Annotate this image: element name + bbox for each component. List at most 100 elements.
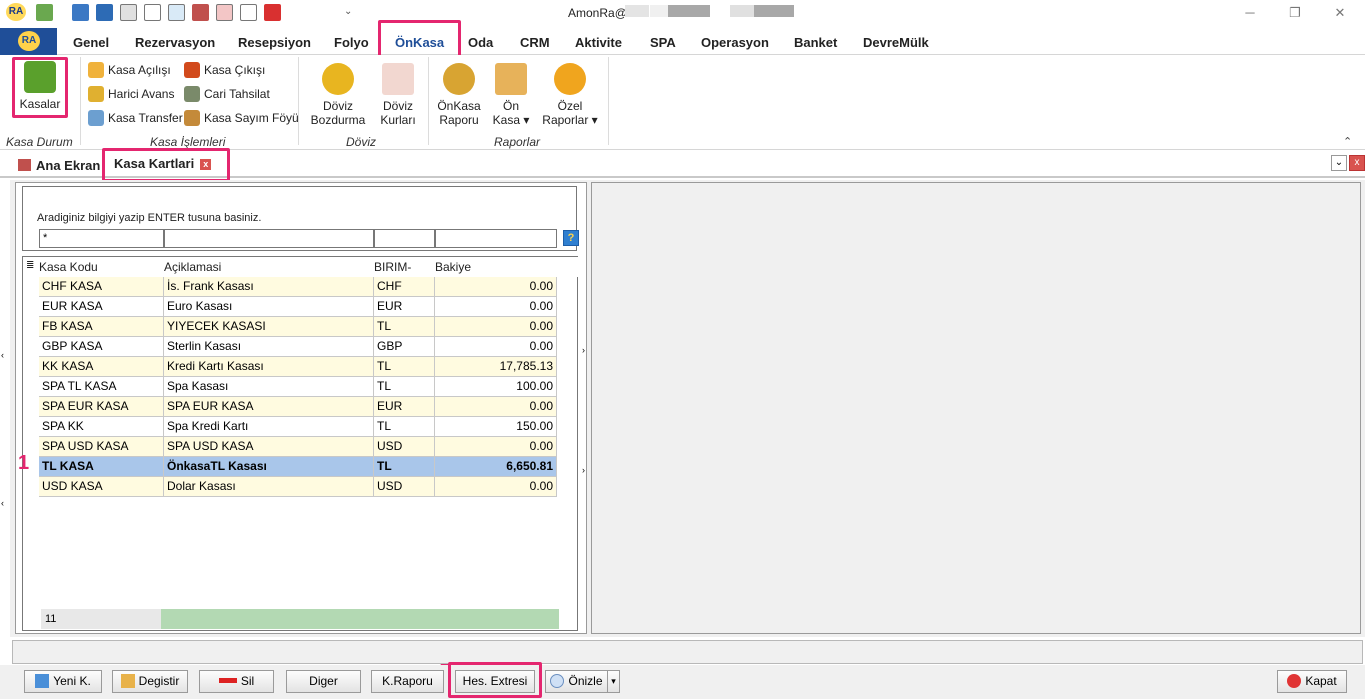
tab-onkasa[interactable]: ÖnKasa	[395, 35, 444, 50]
collapse-ribbon-icon[interactable]: ⌃	[1343, 135, 1352, 148]
on-kasa-label-1: Ön	[502, 99, 519, 113]
schedule-icon[interactable]	[168, 4, 185, 21]
tab-crm[interactable]: CRM	[520, 35, 550, 50]
group-label-doviz: Döviz	[346, 135, 377, 149]
table-row[interactable]: SPA TL KASA Spa Kasası TL 100.00	[23, 377, 559, 397]
filter-aciklama-input[interactable]	[164, 229, 374, 248]
tab-list-dropdown-icon[interactable]: ⌄	[1331, 155, 1347, 171]
splitter-arrow-icon[interactable]: ›	[582, 465, 585, 475]
tab-aktivite[interactable]: Aktivite	[575, 35, 622, 50]
onizle-dropdown-icon[interactable]: ▾	[607, 670, 620, 693]
tab-devremulk[interactable]: DevreMülk	[863, 35, 929, 50]
restore-button[interactable]: ❐	[1285, 4, 1305, 22]
calendar-icon[interactable]	[72, 4, 89, 21]
table-row[interactable]: SPA USD KASA SPA USD KASA USD 0.00	[23, 437, 559, 457]
on-kasa-button[interactable]: Ön Kasa ▾	[490, 63, 532, 127]
close-window-button[interactable]: ✕	[1330, 4, 1350, 22]
onkasa-raporu-label-1: ÖnKasa	[437, 99, 481, 113]
kapat-label: Kapat	[1305, 674, 1337, 688]
cell-birim: TL	[374, 417, 435, 437]
cari-tahsilat-button[interactable]: Cari Tahsilat	[184, 86, 270, 102]
cell-kasa-kodu: SPA EUR KASA	[39, 397, 164, 417]
tab-resepsiyon[interactable]: Resepsiyon	[238, 35, 311, 50]
kasalar-button[interactable]: Kasalar	[16, 61, 64, 111]
diger-button[interactable]: Diger	[286, 670, 361, 693]
column-chooser-icon[interactable]: ≣	[26, 260, 34, 271]
tab-rezervasyon[interactable]: Rezervasyon	[135, 35, 215, 50]
tab-ana-ekran-label: Ana Ekran	[36, 158, 101, 173]
tab-spa[interactable]: SPA	[650, 35, 676, 50]
tab-genel[interactable]: Genel	[73, 35, 109, 50]
doviz-kurlari-button[interactable]: Döviz Kurları	[374, 63, 422, 127]
onizle-button[interactable]: Önizle	[545, 670, 608, 693]
degistir-button[interactable]: Degistir	[112, 670, 188, 693]
cell-birim: TL	[374, 457, 435, 477]
status-strip	[12, 640, 1363, 664]
doviz-bozdurma-button[interactable]: Döviz Bozdurma	[306, 63, 370, 127]
count-sheet-icon	[184, 110, 200, 126]
group-separator	[298, 57, 299, 145]
user-icon[interactable]	[192, 4, 209, 21]
edit-icon[interactable]	[96, 4, 113, 21]
onkasa-raporu-button[interactable]: ÖnKasa Raporu	[434, 63, 484, 127]
minus-icon	[218, 678, 237, 683]
kapat-button[interactable]: Kapat	[1277, 670, 1347, 693]
cell-birim: EUR	[374, 397, 435, 417]
minimize-button[interactable]: ─	[1240, 4, 1260, 22]
app-window: RA ⌄ AmonRa@ ─ ❐ ✕ RA Genel Rezervasyon …	[0, 0, 1365, 699]
tab-ana-ekran[interactable]: Ana Ekran	[18, 158, 100, 173]
col-aciklama[interactable]: Açiklamasi	[164, 260, 221, 274]
harici-avans-button[interactable]: Harici Avans	[88, 86, 174, 102]
table-row[interactable]: KK KASA Kredi Kartı Kasası TL 17,785.13	[23, 357, 559, 377]
yeni-button[interactable]: Yeni K.	[24, 670, 102, 693]
redacted-text	[625, 5, 649, 17]
app-menu-button[interactable]: RA	[0, 28, 57, 55]
table-row[interactable]: EUR KASA Euro Kasası EUR 0.00	[23, 297, 559, 317]
image-icon[interactable]	[36, 4, 53, 21]
table-row[interactable]: CHF KASA İs. Frank Kasası CHF 0.00	[23, 277, 559, 297]
onkasa-raporu-label-2: Raporu	[439, 113, 479, 127]
euro-coin-icon	[322, 63, 354, 95]
table-row[interactable]: SPA EUR KASA SPA EUR KASA EUR 0.00	[23, 397, 559, 417]
kasa-sayim-foyu-button[interactable]: Kasa Sayım Föyü	[184, 110, 299, 126]
table-row[interactable]: TL KASA ÖnkasaTL Kasası TL 6,650.81	[23, 457, 559, 477]
power-icon[interactable]	[264, 4, 281, 21]
left-splitter-arrow-icon[interactable]: ‹	[1, 350, 4, 360]
date-icon[interactable]	[144, 4, 161, 21]
col-kasa-kodu[interactable]: Kasa Kodu	[39, 260, 98, 274]
table-row[interactable]: SPA KK Spa Kredi Kartı TL 150.00	[23, 417, 559, 437]
tab-kasa-kartlari[interactable]: Kasa Kartlari x	[108, 156, 218, 171]
kasa-acilisi-button[interactable]: Kasa Açılışı	[88, 62, 171, 78]
close-tab-icon[interactable]: x	[200, 159, 212, 171]
hes-extresi-button[interactable]: Hes. Extresi	[455, 670, 535, 693]
exit-cash-icon	[184, 62, 200, 78]
table-row[interactable]: GBP KASA Sterlin Kasası GBP 0.00	[23, 337, 559, 357]
chart-icon[interactable]	[216, 4, 233, 21]
filter-kasa-kodu-input[interactable]: *	[39, 229, 164, 248]
kasa-cikisi-button[interactable]: Kasa Çıkışı	[184, 62, 265, 78]
ozel-raporlar-button[interactable]: Özel Raporlar ▾	[538, 63, 602, 127]
filter-bakiye-input[interactable]	[435, 229, 557, 248]
table-row[interactable]: USD KASA Dolar Kasası USD 0.00	[23, 477, 559, 497]
cell-aciklama: Spa Kasası	[164, 377, 374, 397]
kasa-transfer-button[interactable]: Kasa Transfer	[88, 110, 183, 126]
sil-button[interactable]: Sil	[199, 670, 274, 693]
document-icon[interactable]	[120, 4, 137, 21]
k-raporu-button[interactable]: K.Raporu	[371, 670, 444, 693]
col-bakiye[interactable]: Bakiye	[435, 260, 471, 274]
filter-help-icon[interactable]: ?	[563, 230, 579, 246]
on-kasa-label-2: Kasa ▾	[492, 113, 530, 127]
tab-folyo[interactable]: Folyo	[334, 35, 369, 50]
cell-bakiye: 6,650.81	[435, 457, 557, 477]
quick-access-more-icon[interactable]: ⌄	[344, 6, 352, 17]
tab-operasyon[interactable]: Operasyon	[701, 35, 769, 50]
close-all-tabs-icon[interactable]: x	[1349, 155, 1365, 171]
tab-banket[interactable]: Banket	[794, 35, 837, 50]
tab-oda[interactable]: Oda	[468, 35, 493, 50]
table-row[interactable]: FB KASA YIYECEK KASASI TL 0.00	[23, 317, 559, 337]
filter-birim-input[interactable]	[374, 229, 435, 248]
splitter-arrow-icon[interactable]: ›	[582, 345, 585, 355]
tools-icon[interactable]	[240, 4, 257, 21]
left-splitter-arrow-icon[interactable]: ‹	[1, 498, 4, 508]
col-birim[interactable]: BIRIM-	[374, 260, 411, 274]
